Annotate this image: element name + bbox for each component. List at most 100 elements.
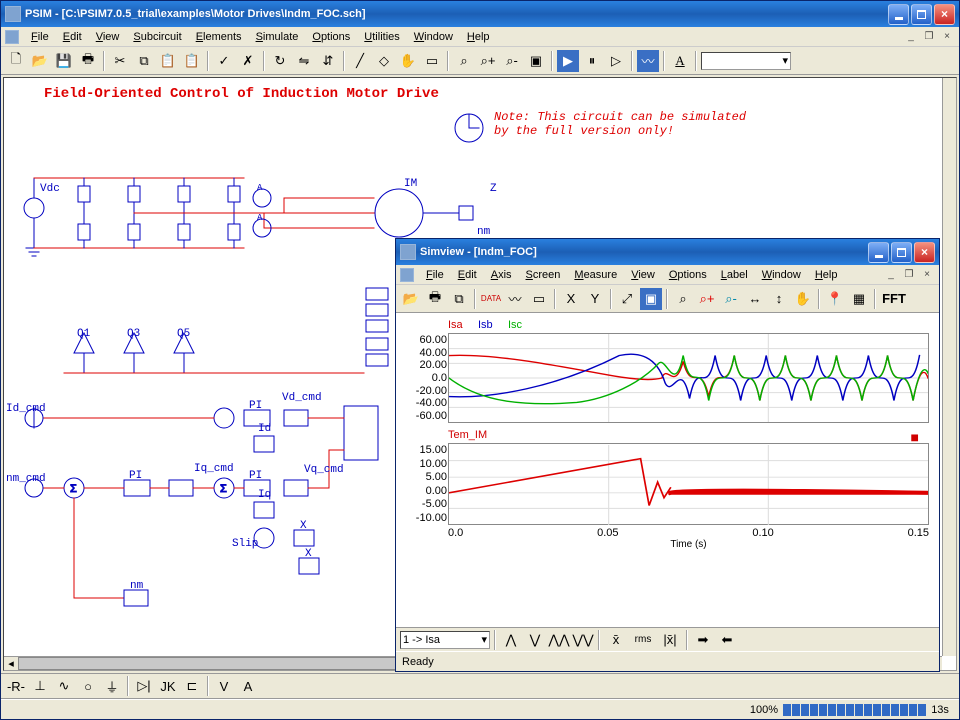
psim-titlebar[interactable]: PSIM - [C:\PSIM7.0.5_trial\examples\Moto… [1, 1, 959, 27]
sv-menu-window[interactable]: Window [756, 267, 807, 283]
sv-cursor-icon[interactable]: ⤢ [616, 288, 638, 310]
sv-autoscale-icon[interactable]: ▣ [640, 288, 662, 310]
save-icon[interactable]: 💾 [53, 50, 75, 72]
label-icon[interactable]: ◇ [373, 50, 395, 72]
zoom-area-icon[interactable]: ▣ [525, 50, 547, 72]
sv-rms-button[interactable]: rms [630, 629, 656, 651]
part-ground-icon[interactable]: ⏚ [101, 675, 123, 697]
part-probe-v-icon[interactable]: V [213, 675, 235, 697]
part-resistor-icon[interactable]: -R- [5, 675, 27, 697]
menu-window[interactable]: Window [408, 29, 459, 45]
sv-menu-view[interactable]: View [625, 267, 661, 283]
menu-simulate[interactable]: Simulate [250, 29, 305, 45]
simview-icon[interactable]: 〰 [637, 50, 659, 72]
sv-zoom-icon[interactable]: ⌕ [672, 288, 694, 310]
sv-close-button[interactable]: × [914, 242, 935, 263]
sv-fft-button[interactable]: FFT [880, 288, 908, 310]
part-probe-i-icon[interactable]: A [237, 675, 259, 697]
zoom-combo[interactable]: ▾ [701, 52, 791, 70]
psim-minimize-button[interactable] [888, 4, 909, 25]
new-file-icon[interactable]: 🗋 [5, 50, 27, 72]
wire-icon[interactable]: ╱ [349, 50, 371, 72]
part-diode-icon[interactable]: ▷| [133, 675, 155, 697]
sv-menu-screen[interactable]: Screen [520, 267, 567, 283]
sv-open-icon[interactable]: 📂 [400, 288, 422, 310]
zoom-fit-icon[interactable]: ⌕ [453, 50, 475, 72]
mdi-restore-button[interactable]: ❐ [921, 30, 937, 44]
chart2-axes[interactable]: 15.0010.005.000.00-5.00-10.00 [448, 443, 929, 525]
run-sim-icon[interactable]: ▶ [557, 50, 579, 72]
simview-titlebar[interactable]: Simview - [Indm_FOC] × [396, 239, 939, 265]
menu-elements[interactable]: Elements [190, 29, 248, 45]
sv-mdi-restore-button[interactable]: ❐ [901, 268, 917, 282]
rotate-icon[interactable]: ↻ [269, 50, 291, 72]
sv-prev-icon[interactable]: ⬅ [716, 629, 738, 651]
step-sim-icon[interactable]: ▷ [605, 50, 627, 72]
select-icon[interactable]: ▭ [421, 50, 443, 72]
sv-menu-edit[interactable]: Edit [452, 267, 483, 283]
check-icon[interactable]: ✓ [213, 50, 235, 72]
sv-zoom-in-icon[interactable]: ⌕+ [696, 288, 718, 310]
sv-print-icon[interactable]: 🖶 [424, 288, 446, 310]
pause-sim-icon[interactable]: ⏸ [581, 50, 603, 72]
sv-copy-icon[interactable]: ⧉ [448, 288, 470, 310]
sv-menu-help[interactable]: Help [809, 267, 844, 283]
sv-zoom-x-icon[interactable]: ↔ [744, 288, 766, 310]
menu-options[interactable]: Options [306, 29, 356, 45]
sv-next-trough-icon[interactable]: ⋁⋁ [572, 629, 594, 651]
v-scrollbar[interactable] [942, 78, 956, 656]
sv-zoom-out-icon[interactable]: ⌕- [720, 288, 742, 310]
sv-mdi-minimize-button[interactable]: _ [883, 268, 899, 282]
sv-menu-label[interactable]: Label [715, 267, 754, 283]
part-source-icon[interactable]: ○ [77, 675, 99, 697]
menu-utilities[interactable]: Utilities [358, 29, 405, 45]
sv-marker-icon[interactable]: 📍 [824, 288, 846, 310]
sv-grid-icon[interactable]: ▦ [848, 288, 870, 310]
open-file-icon[interactable]: 📂 [29, 50, 51, 72]
part-inductor-icon[interactable]: ∿ [53, 675, 75, 697]
mdi-minimize-button[interactable]: _ [903, 30, 919, 44]
zoom-out-icon[interactable]: ⌕- [501, 50, 523, 72]
part-switch-icon[interactable]: JK [157, 675, 179, 697]
sv-xaxis-button[interactable]: X [560, 288, 582, 310]
menu-help[interactable]: Help [461, 29, 496, 45]
flip-h-icon[interactable]: ⇋ [293, 50, 315, 72]
clipboard-icon[interactable]: 📋 [181, 50, 203, 72]
psim-close-button[interactable]: × [934, 4, 955, 25]
part-capacitor-icon[interactable]: ⊥ [29, 675, 51, 697]
sv-menu-axis[interactable]: Axis [485, 267, 518, 283]
psim-maximize-button[interactable] [911, 4, 932, 25]
pan-icon[interactable]: ✋ [397, 50, 419, 72]
sv-menu-options[interactable]: Options [663, 267, 713, 283]
cut-icon[interactable]: ✂ [109, 50, 131, 72]
sv-addplot-icon[interactable]: ▭ [528, 288, 550, 310]
zoom-in-icon[interactable]: ⌕+ [477, 50, 499, 72]
sv-next-icon[interactable]: ➡ [692, 629, 714, 651]
sv-peak-icon[interactable]: ⋀ [500, 629, 522, 651]
sv-data-icon[interactable]: DATA [480, 288, 502, 310]
sv-pan-icon[interactable]: ✋ [792, 288, 814, 310]
paste-icon[interactable]: 📋 [157, 50, 179, 72]
sv-menu-file[interactable]: File [420, 267, 450, 283]
cross-icon[interactable]: ✗ [237, 50, 259, 72]
copy-icon[interactable]: ⧉ [133, 50, 155, 72]
sv-trough-icon[interactable]: ⋁ [524, 629, 546, 651]
sv-avg-button[interactable]: x̄ [604, 629, 628, 651]
text-icon[interactable]: A [669, 50, 691, 72]
sv-trace-combo[interactable]: 1 -> Isa▾ [400, 631, 490, 649]
sv-absavg-button[interactable]: |x̄| [658, 629, 682, 651]
sv-maximize-button[interactable] [891, 242, 912, 263]
sv-yaxis-button[interactable]: Y [584, 288, 606, 310]
sv-mdi-close-button[interactable]: × [919, 268, 935, 282]
chart1-axes[interactable]: 60.0040.0020.000.0-20.00-40.00-60.00 [448, 333, 929, 423]
simview-window[interactable]: Simview - [Indm_FOC] × File Edit Axis Sc… [395, 238, 940, 672]
sv-zoom-y-icon[interactable]: ↕ [768, 288, 790, 310]
print-icon[interactable]: 🖶 [77, 50, 99, 72]
flip-v-icon[interactable]: ⇵ [317, 50, 339, 72]
part-mosfet-icon[interactable]: ⊏ [181, 675, 203, 697]
menu-subcircuit[interactable]: Subcircuit [127, 29, 187, 45]
sv-redraw-icon[interactable]: 〰 [504, 288, 526, 310]
sv-next-peak-icon[interactable]: ⋀⋀ [548, 629, 570, 651]
menu-file[interactable]: File [25, 29, 55, 45]
menu-edit[interactable]: Edit [57, 29, 88, 45]
